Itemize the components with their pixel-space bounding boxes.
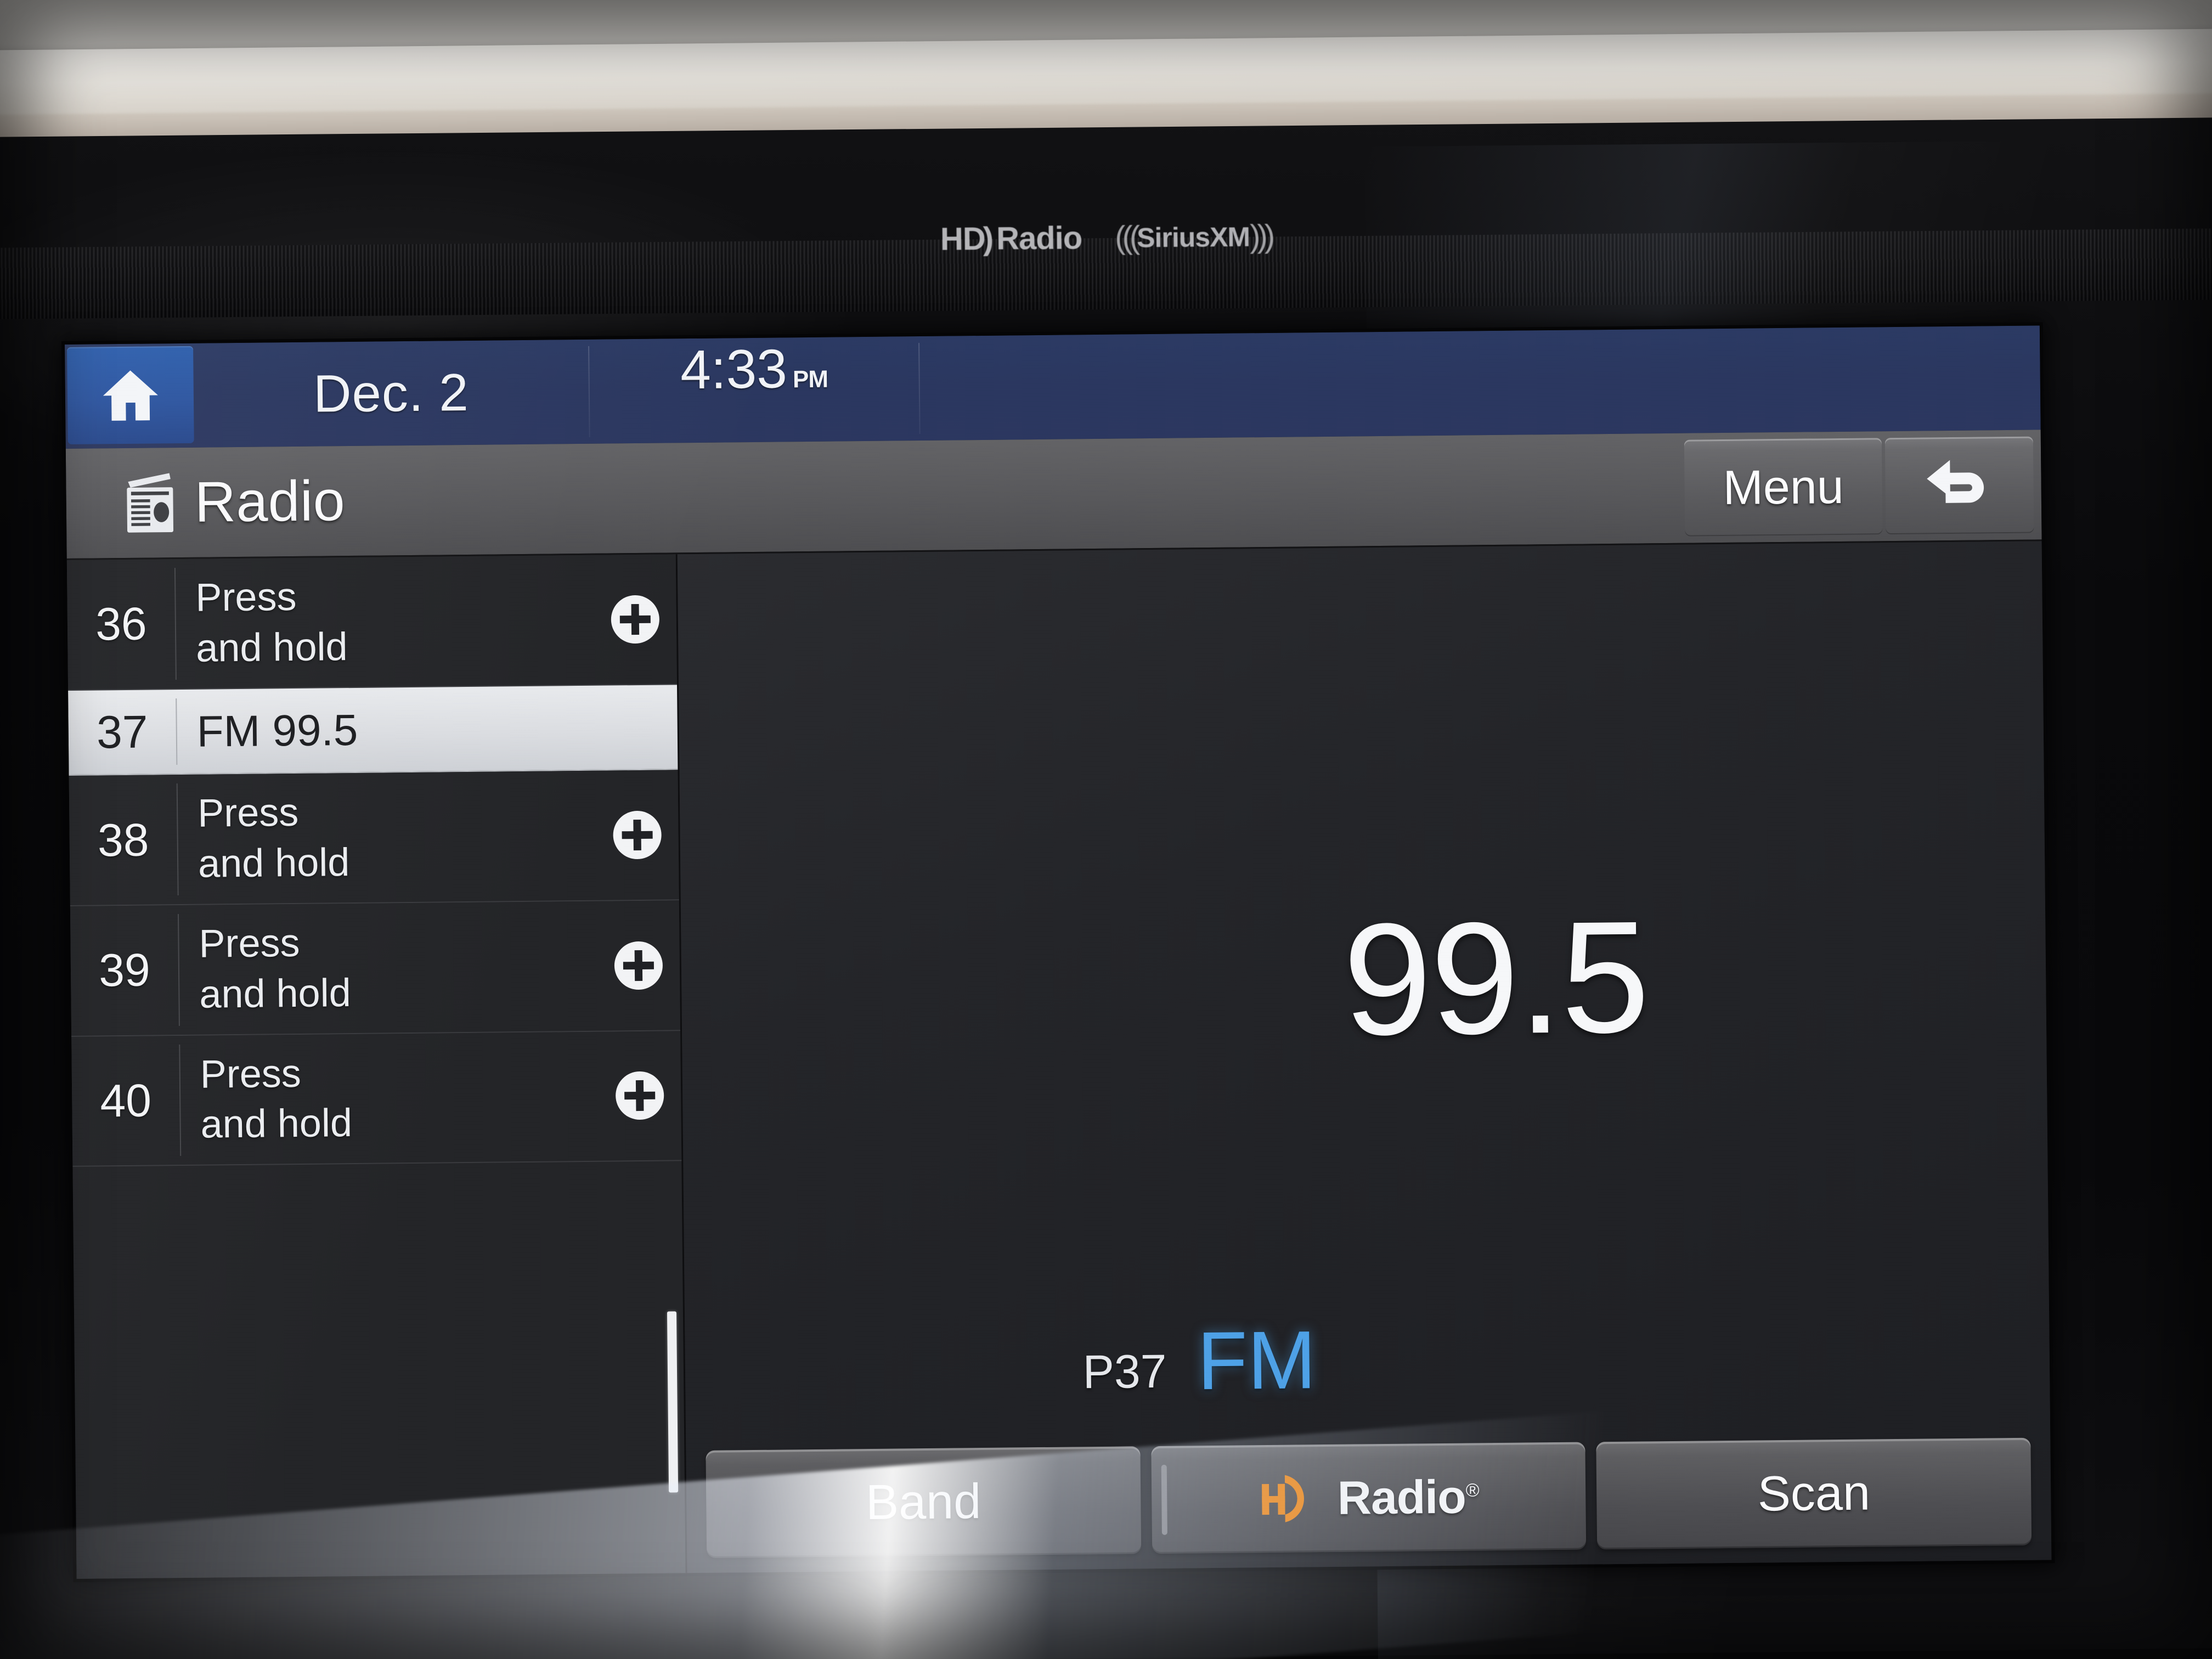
preset-row-39[interactable]: 39 Press and hold xyxy=(70,900,681,1037)
preset-number: 36 xyxy=(95,597,148,650)
hd-mark-text: HD xyxy=(940,221,986,257)
preset-hint-line1: Press xyxy=(200,1051,302,1097)
hd-radio-button[interactable]: Radio® xyxy=(1151,1442,1587,1554)
home-button[interactable] xyxy=(67,346,194,444)
radio-icon xyxy=(127,473,174,533)
home-icon xyxy=(103,370,158,421)
title-bar-actions: Menu xyxy=(1684,436,2042,537)
hd-radio-mark-icon xyxy=(1261,1475,1304,1522)
preset-row-40[interactable]: 40 Press and hold xyxy=(71,1030,682,1167)
infotainment-screen[interactable]: Dec. 2 4:33 PM Radio Menu 36 Press and h… xyxy=(65,325,2052,1579)
menu-button[interactable]: Menu xyxy=(1684,438,1883,537)
sxm-left-waves-icon: ((( xyxy=(1114,219,1137,256)
preset-hint-line2: and hold xyxy=(195,624,348,670)
status-time: 4:33 PM xyxy=(589,336,919,444)
preset-label: Press and hold xyxy=(178,771,597,904)
preset-number: 39 xyxy=(98,944,151,996)
preset-hint-line1: Press xyxy=(199,921,300,966)
preset-label: Press and hold xyxy=(176,555,595,689)
preset-row-37[interactable]: 37 FM 99.5 xyxy=(68,684,678,776)
now-playing-display: P37 FM 99.5 xyxy=(697,541,2031,1451)
title-bar: Radio Menu xyxy=(65,430,2042,560)
tuner-panel: P37 FM 99.5 Band Radio® Scan xyxy=(677,541,2052,1575)
plus-circle-icon xyxy=(614,941,663,990)
preset-number: 37 xyxy=(96,706,148,758)
preset-hint-line2: and hold xyxy=(200,1101,353,1147)
time-ampm: PM xyxy=(792,365,828,393)
preset-hint-line1: Press xyxy=(195,574,297,620)
band-button[interactable]: Band xyxy=(706,1446,1141,1558)
status-bar-filler xyxy=(919,325,2041,441)
preset-row-38[interactable]: 38 Press and hold xyxy=(69,770,679,906)
plus-circle-icon xyxy=(616,1071,664,1120)
content-area: 36 Press and hold 37 FM 99.5 38 Press an… xyxy=(66,541,2052,1579)
photo-scene: HD ) Radio ((( SiriusXM ))) Dec. 2 4:33 … xyxy=(0,0,2212,1659)
preset-row-36[interactable]: 36 Press and hold xyxy=(66,554,678,691)
plus-circle-icon xyxy=(611,595,659,644)
registered-mark: ® xyxy=(1465,1480,1479,1501)
hd-radio-bezel-logo: HD ) Radio xyxy=(940,219,1082,257)
hd-arc-glyph: ) xyxy=(983,221,994,257)
plus-circle-icon xyxy=(613,811,662,860)
status-bar: Dec. 2 4:33 PM xyxy=(65,325,2041,449)
siriusxm-word: SiriusXM xyxy=(1136,221,1250,253)
preset-label: FM 99.5 xyxy=(177,685,595,774)
back-arrow-icon xyxy=(1927,460,1984,503)
preset-hint-line1: Press xyxy=(197,791,299,836)
tuner-button-row: Band Radio® Scan xyxy=(706,1437,2032,1558)
hd-radio-word: Radio xyxy=(996,220,1082,257)
scrollbar-thumb[interactable] xyxy=(667,1311,679,1493)
frequency-value: 99.5 xyxy=(1342,887,1650,1069)
preset-tag: P37 xyxy=(1082,1345,1167,1399)
hd-radio-logo: Radio® xyxy=(1258,1470,1479,1526)
scan-button[interactable]: Scan xyxy=(1596,1437,2032,1550)
hd-radio-word-text: Radio xyxy=(1337,1470,1466,1525)
preset-station-label: FM 99.5 xyxy=(196,705,358,756)
preset-hint-line2: and hold xyxy=(198,840,350,886)
preset-hint-line2: and hold xyxy=(199,970,352,1017)
title-bar-left: Radio xyxy=(66,469,346,537)
time-value: 4:33 xyxy=(680,338,788,401)
sxm-right-waves-icon: ))) xyxy=(1249,218,1272,255)
band-label: FM xyxy=(1197,1313,1317,1407)
siriusxm-bezel-logo: ((( SiriusXM ))) xyxy=(1115,218,1272,256)
status-date: Dec. 2 xyxy=(313,363,470,424)
page-title: Radio xyxy=(194,469,346,534)
preset-number: 40 xyxy=(100,1074,152,1127)
preset-label: Press and hold xyxy=(179,901,598,1035)
back-button[interactable] xyxy=(1884,436,2034,535)
preset-label: Press and hold xyxy=(180,1031,599,1165)
hd-radio-word: Radio® xyxy=(1337,1470,1479,1525)
hd-radio-indicator xyxy=(1161,1464,1167,1535)
preset-number: 38 xyxy=(97,814,149,866)
preset-list[interactable]: 36 Press and hold 37 FM 99.5 38 Press an… xyxy=(66,554,687,1579)
